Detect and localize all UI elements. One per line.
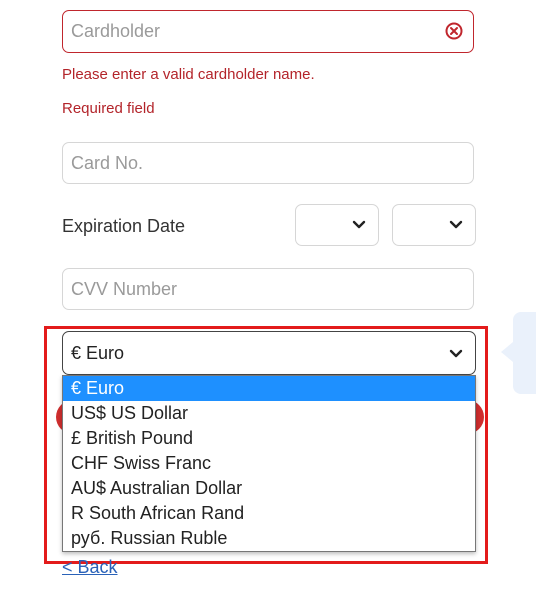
tooltip-bubble — [513, 312, 536, 394]
chevron-down-icon — [449, 349, 463, 358]
cardholder-placeholder: Cardholder — [71, 21, 161, 41]
tooltip-arrow — [501, 342, 513, 362]
chevron-down-icon — [449, 220, 463, 229]
currency-option-south-african-rand[interactable]: R South African Rand — [63, 501, 475, 526]
currency-option-swiss-franc[interactable]: CHF Swiss Franc — [63, 451, 475, 476]
cvv-placeholder: CVV Number — [71, 278, 178, 299]
clear-circle-x-icon[interactable] — [445, 22, 463, 40]
chevron-down-icon — [352, 220, 366, 229]
expiration-year-select[interactable] — [392, 204, 476, 246]
expiration-month-select[interactable] — [295, 204, 379, 246]
cardholder-error-message: Please enter a valid cardholder name. — [62, 66, 315, 83]
currency-dropdown-list: € Euro US$ US Dollar £ British Pound CHF… — [62, 375, 476, 552]
currency-option-australian-dollar[interactable]: AU$ Australian Dollar — [63, 476, 475, 501]
cvv-field[interactable]: CVV Number — [62, 268, 474, 310]
currency-option-british-pound[interactable]: £ British Pound — [63, 426, 475, 451]
currency-selected-value: € Euro — [71, 342, 125, 363]
currency-select[interactable]: € Euro — [62, 331, 476, 375]
expiration-date-label: Expiration Date — [62, 216, 186, 236]
payment-form: Cardholder Please enter a valid cardhold… — [0, 0, 536, 601]
currency-option-us-dollar[interactable]: US$ US Dollar — [63, 401, 475, 426]
currency-option-russian-ruble[interactable]: руб. Russian Ruble — [63, 526, 475, 551]
card-number-field[interactable]: Card No. — [62, 142, 474, 184]
card-number-placeholder: Card No. — [71, 152, 144, 173]
currency-option-euro[interactable]: € Euro — [63, 376, 475, 401]
required-field-message: Required field — [62, 100, 155, 117]
cardholder-field[interactable]: Cardholder — [62, 10, 474, 53]
back-link[interactable]: < Back — [62, 557, 118, 578]
